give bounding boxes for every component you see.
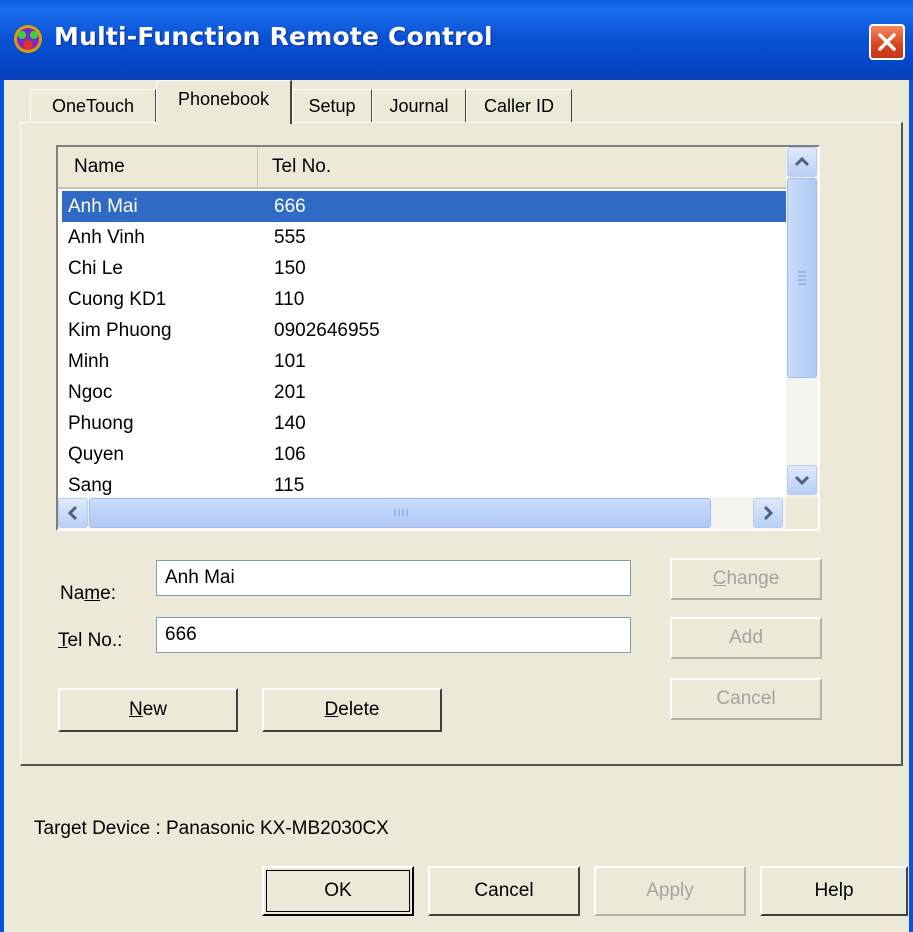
close-icon bbox=[878, 33, 896, 51]
horizontal-scrollbar[interactable] bbox=[58, 497, 786, 529]
entry-tel: 110 bbox=[274, 289, 305, 310]
window-title: Multi-Function Remote Control bbox=[54, 22, 493, 51]
entry-name: Kim Phuong bbox=[68, 320, 172, 341]
vertical-scrollbar[interactable] bbox=[786, 147, 818, 497]
entry-tel: 555 bbox=[274, 227, 306, 248]
entry-name: Ngoc bbox=[68, 382, 113, 403]
scroll-down-button[interactable] bbox=[787, 465, 817, 495]
entry-tel: 150 bbox=[274, 258, 306, 279]
horizontal-scroll-thumb[interactable] bbox=[89, 498, 711, 528]
list-item[interactable]: Cuong KD1 110 bbox=[62, 284, 786, 315]
entry-tel: 140 bbox=[274, 413, 306, 434]
tel-label: Tel No.: bbox=[58, 630, 123, 651]
close-button[interactable] bbox=[869, 24, 905, 60]
entry-name: Chi Le bbox=[68, 258, 123, 279]
list-item[interactable]: Minh 101 bbox=[62, 346, 786, 377]
ok-button[interactable]: OK bbox=[262, 866, 414, 916]
apply-button[interactable]: Apply bbox=[594, 866, 746, 916]
entry-tel: 115 bbox=[274, 475, 305, 495]
list-item[interactable]: Kim Phuong 0902646955 bbox=[62, 315, 786, 346]
list-item[interactable]: Anh Vinh 555 bbox=[62, 222, 786, 253]
list-item[interactable]: Quyen 106 bbox=[62, 439, 786, 470]
change-button[interactable]: Change bbox=[670, 558, 822, 600]
app-icon bbox=[14, 25, 42, 53]
list-item[interactable]: Chi Le 150 bbox=[62, 253, 786, 284]
title-bar[interactable]: Multi-Function Remote Control bbox=[0, 0, 913, 80]
chevron-left-icon bbox=[67, 505, 78, 521]
chevron-up-icon bbox=[794, 156, 810, 167]
window-frame-left bbox=[0, 80, 4, 932]
entry-tel: 101 bbox=[274, 351, 306, 372]
entry-name: Cuong KD1 bbox=[68, 289, 167, 310]
column-header-tel[interactable]: Tel No. bbox=[258, 147, 786, 187]
column-header-name[interactable]: Name bbox=[58, 147, 258, 187]
entry-tel: 201 bbox=[274, 382, 306, 403]
list-rows: Anh Mai 666 Anh Vinh 555 Chi Le 150 Cuon… bbox=[62, 191, 786, 495]
list-item[interactable]: Phuong 140 bbox=[62, 408, 786, 439]
add-button[interactable]: Add bbox=[670, 617, 822, 659]
list-item[interactable]: Ngoc 201 bbox=[62, 377, 786, 408]
scroll-left-button[interactable] bbox=[58, 498, 88, 528]
grip-icon bbox=[394, 509, 408, 517]
entry-tel: 0902646955 bbox=[274, 320, 380, 341]
entry-name: Phuong bbox=[68, 413, 134, 434]
new-button[interactable]: New bbox=[58, 688, 238, 732]
scroll-right-button[interactable] bbox=[753, 498, 783, 528]
delete-button[interactable]: Delete bbox=[262, 688, 442, 732]
tel-field[interactable]: 666 bbox=[156, 617, 631, 653]
tab-onetouch[interactable]: OneTouch bbox=[30, 89, 156, 123]
scroll-up-button[interactable] bbox=[787, 147, 817, 177]
entry-tel: 666 bbox=[274, 196, 306, 217]
vertical-scroll-thumb[interactable] bbox=[787, 178, 817, 378]
entry-name: Anh Vinh bbox=[68, 227, 145, 248]
target-device-label: Target Device : Panasonic KX-MB2030CX bbox=[34, 818, 389, 839]
list-item[interactable]: Sang 115 bbox=[62, 470, 786, 495]
name-label: Name: bbox=[60, 583, 116, 604]
remote-control-dialog: Multi-Function Remote Control OneTouch P… bbox=[0, 0, 913, 932]
list-item[interactable]: Anh Mai 666 bbox=[62, 191, 786, 222]
help-button[interactable]: Help bbox=[760, 866, 908, 916]
entry-name: Sang bbox=[68, 475, 113, 495]
name-field[interactable]: Anh Mai bbox=[156, 560, 631, 596]
cancel-entry-button[interactable]: Cancel bbox=[670, 678, 822, 720]
scroll-corner bbox=[786, 497, 818, 529]
list-header: Name Tel No. bbox=[58, 147, 786, 189]
tab-caller-id[interactable]: Caller ID bbox=[466, 89, 572, 123]
grip-icon bbox=[798, 271, 806, 285]
entry-name: Minh bbox=[68, 351, 110, 372]
tab-setup[interactable]: Setup bbox=[292, 89, 372, 123]
phonebook-list[interactable]: Name Tel No. Anh Mai 666 Anh Vinh 555 Ch… bbox=[56, 145, 820, 531]
entry-name: Anh Mai bbox=[68, 196, 138, 217]
entry-name: Quyen bbox=[68, 444, 124, 465]
tab-phonebook[interactable]: Phonebook bbox=[156, 80, 292, 124]
chevron-right-icon bbox=[763, 505, 774, 521]
chevron-down-icon bbox=[794, 475, 810, 486]
tab-journal[interactable]: Journal bbox=[372, 89, 466, 123]
cancel-button[interactable]: Cancel bbox=[428, 866, 580, 916]
window-frame-right bbox=[909, 80, 913, 932]
entry-tel: 106 bbox=[274, 444, 306, 465]
